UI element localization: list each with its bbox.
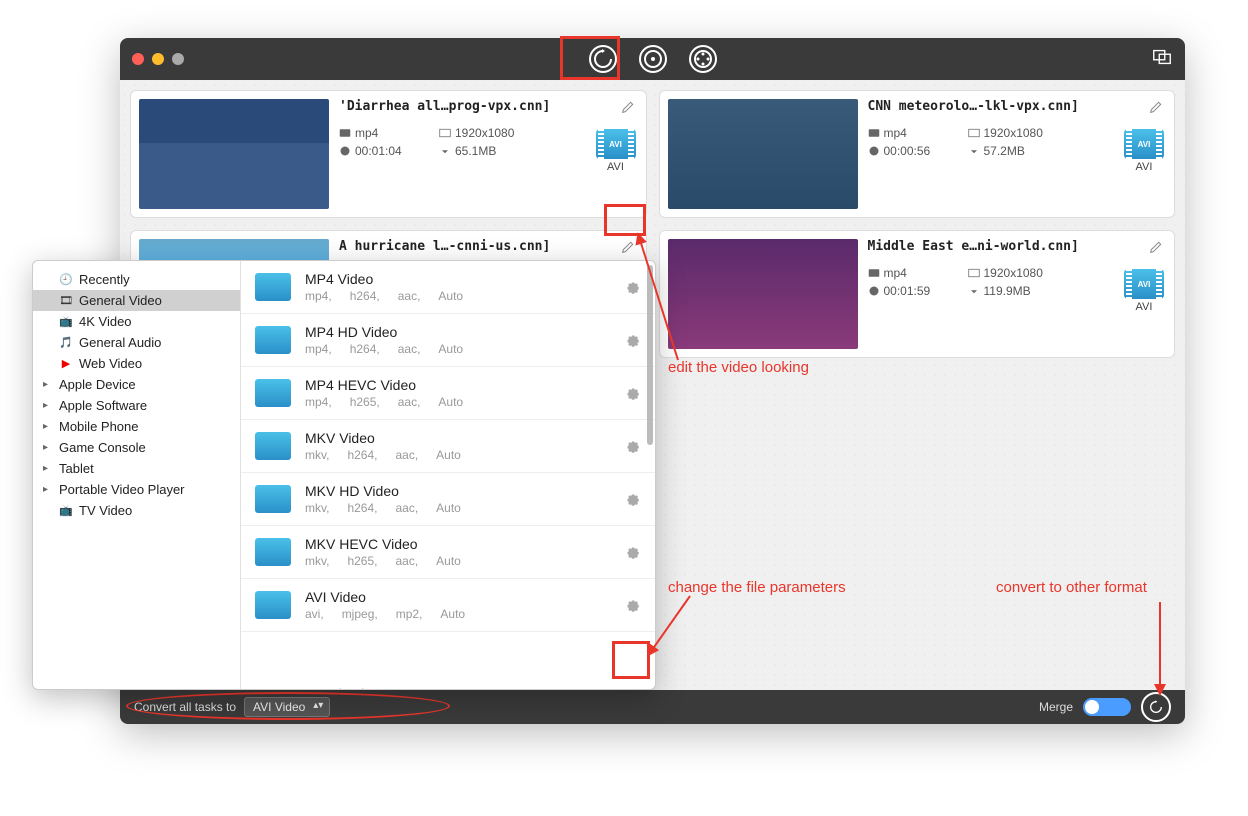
format-icon [255, 273, 291, 301]
format-name: MKV HD Video [305, 483, 609, 499]
output-format-badge[interactable]: AVI AVI [1124, 129, 1164, 173]
meta-format: mp4 [339, 126, 439, 140]
format-detail: mp4,h264,aac,Auto [305, 342, 609, 356]
movie-mode-icon[interactable] [689, 45, 717, 73]
annotation-convert: convert to other format [996, 579, 1147, 596]
format-row[interactable]: MKV HEVC Video mkv,h265,aac,Auto [241, 526, 655, 579]
rip-mode-icon[interactable] [639, 45, 667, 73]
arrow-edit [628, 230, 688, 370]
tasks-icon[interactable] [1151, 46, 1173, 73]
convert-mode-icon[interactable] [589, 45, 617, 73]
format-name: MP4 HEVC Video [305, 377, 609, 393]
format-name: MP4 HD Video [305, 324, 609, 340]
minimize-window-button[interactable] [152, 53, 164, 65]
meta-duration: 00:01:04 [339, 144, 439, 158]
meta-format: mp4 [868, 266, 968, 280]
format-name: MP4 Video [305, 271, 609, 287]
category-item[interactable]: 🕘Recently [33, 269, 240, 290]
close-window-button[interactable] [132, 53, 144, 65]
format-icon [255, 591, 291, 619]
video-card[interactable]: 'Diarrhea all…prog-vpx.cnn] mp4 1920x108… [130, 90, 647, 218]
output-format-select[interactable]: AVI Video ▴▾ [244, 697, 330, 717]
format-detail: mkv,h265,aac,Auto [305, 554, 609, 568]
video-thumbnail [668, 239, 858, 349]
video-thumbnail [668, 99, 858, 209]
convert-all-label: Convert all tasks to [134, 700, 236, 714]
category-item[interactable]: ▶Web Video [33, 353, 240, 374]
merge-toggle[interactable] [1083, 698, 1131, 716]
category-item[interactable]: ▸Portable Video Player [33, 479, 240, 500]
video-title: Middle East e…ni-world.cnn] [868, 239, 1167, 254]
format-popover: 🕘Recently 🎞General Video 📺4K Video 🎵Gene… [32, 260, 656, 690]
zoom-window-button[interactable] [172, 53, 184, 65]
category-item[interactable]: ▸Apple Software [33, 395, 240, 416]
arrow-params [640, 590, 700, 670]
edit-video-button[interactable] [618, 97, 638, 117]
video-title: A hurricane l…-cnni-us.cnn] [339, 239, 638, 254]
format-settings-button[interactable] [623, 490, 641, 508]
edit-video-button[interactable] [1146, 97, 1166, 117]
meta-resolution: 1920x1080 [968, 266, 1068, 280]
format-settings-button[interactable] [623, 543, 641, 561]
output-format-badge[interactable]: AVI AVI [1124, 269, 1164, 313]
format-icon [255, 485, 291, 513]
format-detail: mkv,h264,aac,Auto [305, 501, 609, 515]
format-icon [255, 538, 291, 566]
format-detail: mkv,h264,aac,Auto [305, 448, 609, 462]
video-card[interactable]: CNN meteorolo…-lkl-vpx.cnn] mp4 1920x108… [659, 90, 1176, 218]
traffic-lights [132, 53, 184, 65]
meta-resolution: 1920x1080 [968, 126, 1068, 140]
meta-size: 65.1MB [439, 144, 539, 158]
output-format-badge[interactable]: AVI AVI [596, 129, 636, 173]
format-icon [255, 326, 291, 354]
arrow-convert [1148, 598, 1178, 698]
format-name: MKV HEVC Video [305, 536, 609, 552]
category-item[interactable]: ▸Mobile Phone [33, 416, 240, 437]
category-item[interactable]: 📺4K Video [33, 311, 240, 332]
format-row[interactable]: MP4 Video mp4,h264,aac,Auto [241, 261, 655, 314]
meta-size: 57.2MB [968, 144, 1068, 158]
format-icon [255, 432, 291, 460]
category-item[interactable]: ▸Tablet [33, 458, 240, 479]
format-detail: mp4,h265,aac,Auto [305, 395, 609, 409]
annotation-edit: edit the video looking [668, 359, 809, 376]
category-item[interactable]: ▸Game Console [33, 437, 240, 458]
category-item[interactable]: 📺TV Video [33, 500, 240, 521]
format-settings-button[interactable] [623, 437, 641, 455]
format-settings-button[interactable] [623, 384, 641, 402]
titlebar [120, 38, 1185, 80]
meta-size: 119.9MB [968, 284, 1068, 298]
format-row[interactable]: MKV HD Video mkv,h264,aac,Auto [241, 473, 655, 526]
format-settings-button[interactable] [623, 596, 641, 614]
format-row[interactable]: AVI Video avi,mjpeg,mp2,Auto [241, 579, 655, 632]
category-item[interactable]: ▸Apple Device [33, 374, 240, 395]
format-name: AVI Video [305, 589, 609, 605]
footer-bar: Convert all tasks to AVI Video ▴▾ Merge [120, 690, 1185, 724]
category-list[interactable]: 🕘Recently 🎞General Video 📺4K Video 🎵Gene… [33, 261, 241, 689]
video-title: CNN meteorolo…-lkl-vpx.cnn] [868, 99, 1167, 114]
video-thumbnail [139, 99, 329, 209]
format-name: MKV Video [305, 430, 609, 446]
format-row[interactable]: MP4 HEVC Video mp4,h265,aac,Auto [241, 367, 655, 420]
category-item[interactable]: 🎞General Video [33, 290, 240, 311]
format-list[interactable]: MP4 Video mp4,h264,aac,Auto MP4 HD Video… [241, 261, 655, 689]
meta-duration: 00:01:59 [868, 284, 968, 298]
meta-format: mp4 [868, 126, 968, 140]
format-row[interactable]: MKV Video mkv,h264,aac,Auto [241, 420, 655, 473]
video-title: 'Diarrhea all…prog-vpx.cnn] [339, 99, 638, 114]
video-card[interactable]: Middle East e…ni-world.cnn] mp4 1920x108… [659, 230, 1176, 358]
format-row[interactable]: MP4 HD Video mp4,h264,aac,Auto [241, 314, 655, 367]
toolbar-center [589, 45, 717, 73]
meta-resolution: 1920x1080 [439, 126, 539, 140]
category-item[interactable]: 🎵General Audio [33, 332, 240, 353]
format-icon [255, 379, 291, 407]
edit-video-button[interactable] [1146, 237, 1166, 257]
format-detail: mp4,h264,aac,Auto [305, 289, 609, 303]
format-detail: avi,mjpeg,mp2,Auto [305, 607, 609, 621]
merge-label: Merge [1039, 700, 1073, 714]
meta-duration: 00:00:56 [868, 144, 968, 158]
